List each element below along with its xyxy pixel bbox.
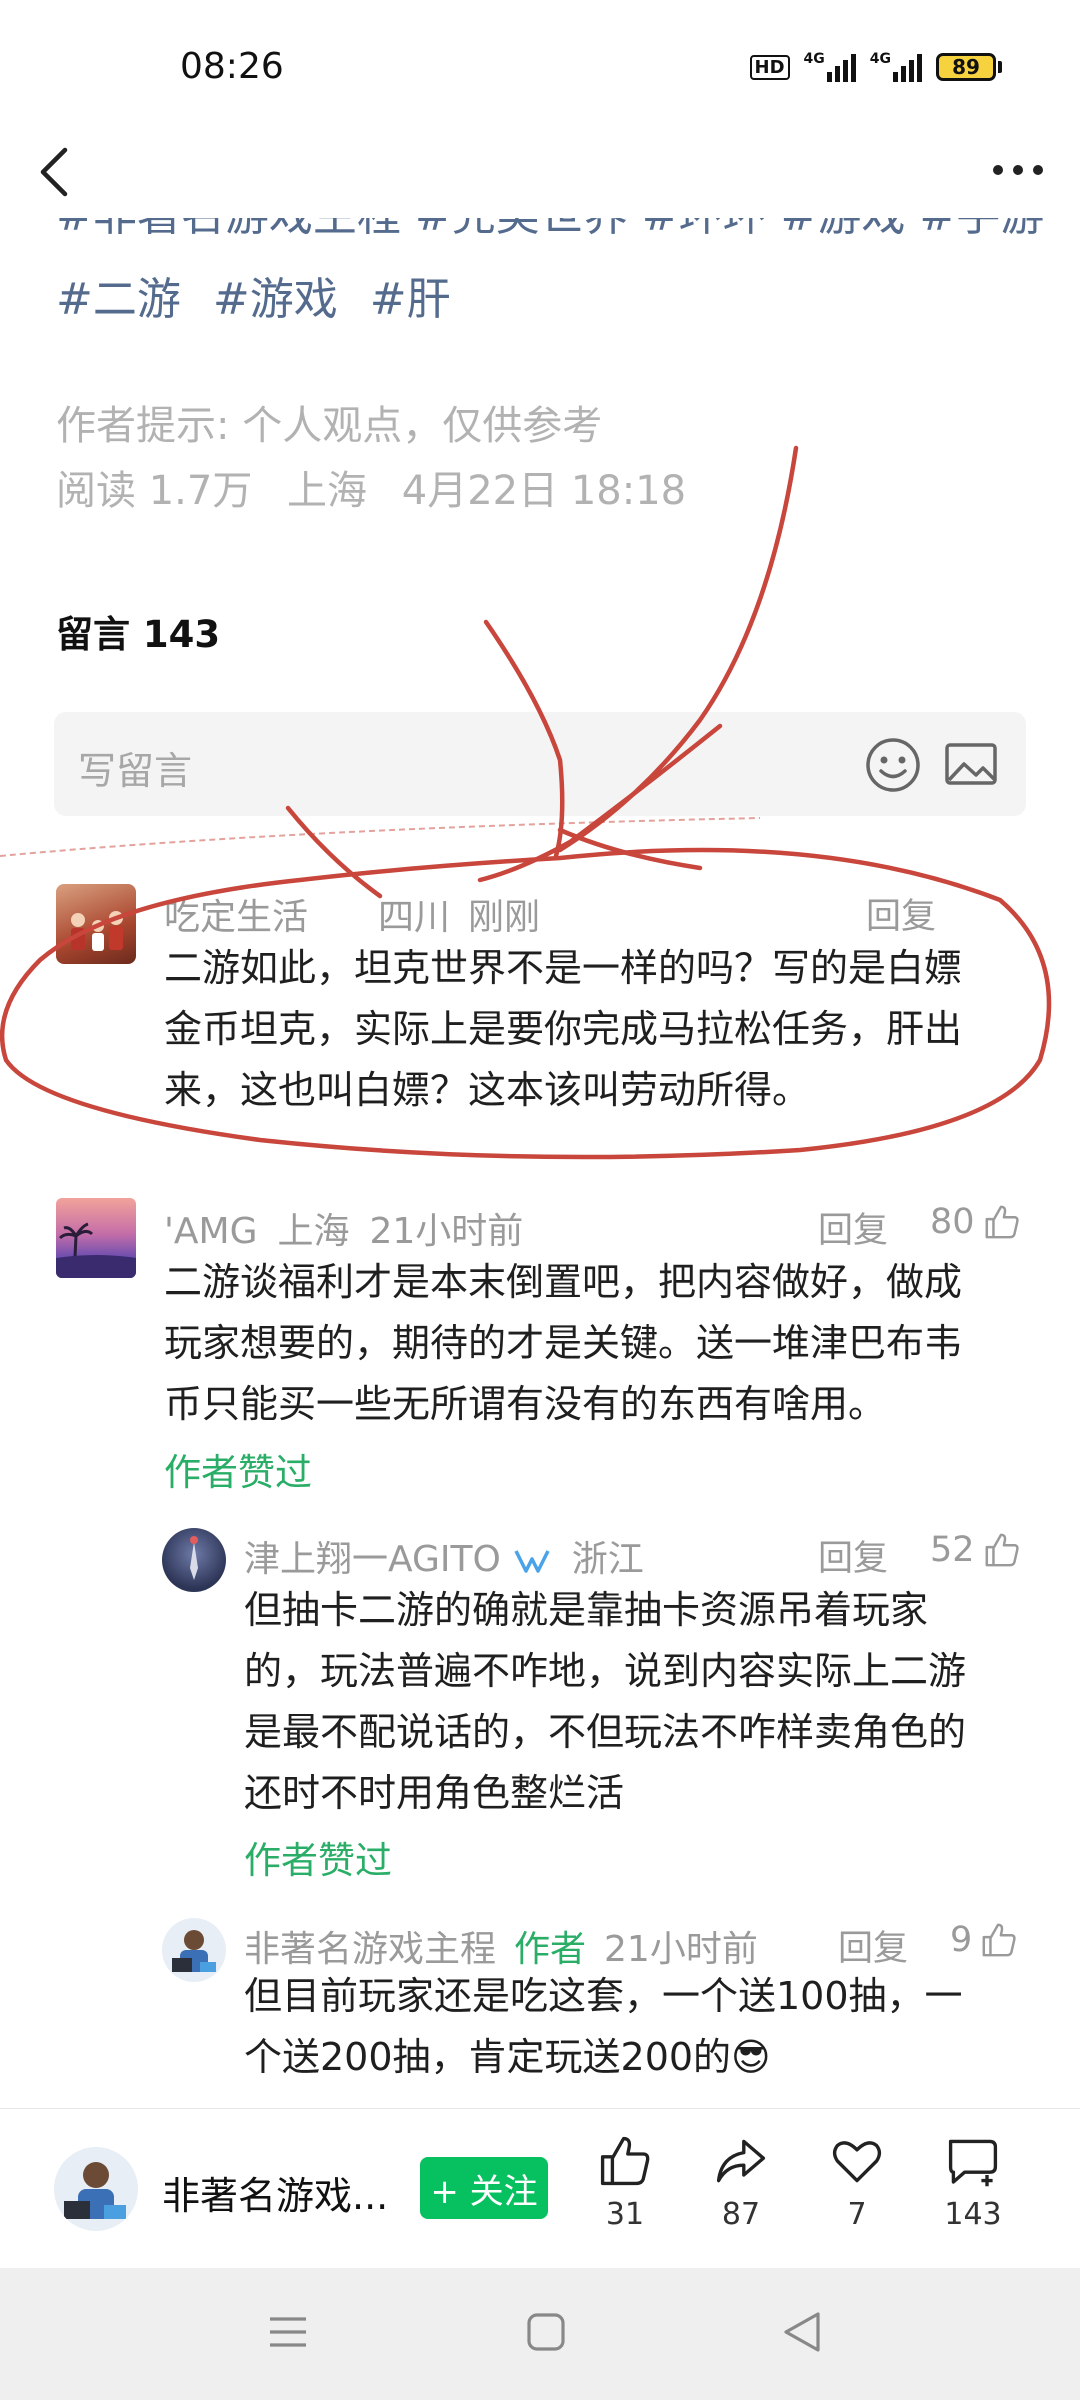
comment-text: 但目前玩家还是吃这套，一个送100抽，一 个送200抽，肯定玩送200的😎: [244, 1974, 963, 2079]
comment-plus-icon: [948, 2139, 998, 2187]
tags-line-cut: #非著名游戏主程 #完美世界 #环环 #游戏 #手游: [56, 218, 1044, 246]
more-dots-icon: [993, 165, 1043, 175]
reply-button[interactable]: 回复: [818, 1202, 888, 1253]
comment-author[interactable]: 'AMG 上海 21小时前: [164, 1202, 523, 1254]
comment-input-placeholder: 写留言: [78, 749, 193, 793]
comment-text: 但抽卡二游的确就是靠抽卡资源吊着玩家 的，玩法普遍不咋地，说到内容实际上二游 是最不…: [244, 1588, 967, 1815]
comment-author[interactable]: 吃定生活 四川 刚刚: [164, 888, 540, 940]
image-icon[interactable]: [944, 740, 998, 788]
read-count: 阅读 1.7万: [56, 468, 253, 514]
reply-button[interactable]: 回复: [866, 888, 936, 939]
status-icons: HD 4G 4G 89: [749, 52, 1002, 82]
avatar[interactable]: [162, 1918, 226, 1982]
tag-list: #二游 #游戏 #肝: [56, 272, 469, 328]
share-icon: [716, 2139, 766, 2183]
hd-icon: HD: [749, 54, 790, 80]
avatar[interactable]: [56, 1198, 136, 1278]
tag-link[interactable]: #游戏: [213, 274, 338, 325]
article-location: 上海: [287, 468, 368, 514]
menu-icon[interactable]: [268, 2312, 308, 2352]
author-tip: 作者提示: 个人观点，仅供参考: [56, 403, 603, 449]
thumb-up-icon: [600, 2136, 650, 2186]
follow-button[interactable]: + 关注: [420, 2157, 548, 2219]
author-liked-tag: 作者赞过: [244, 1839, 392, 1882]
signal-icon: 4G: [804, 52, 856, 82]
author-liked-tag: 作者赞过: [164, 1451, 312, 1494]
like-button[interactable]: 80: [930, 1202, 1021, 1242]
like-count: 31: [605, 2197, 645, 2232]
share-action[interactable]: 87: [696, 2133, 786, 2232]
comment-action[interactable]: 143: [928, 2133, 1018, 2232]
share-count: 87: [721, 2197, 761, 2232]
emoji-icon[interactable]: [864, 736, 922, 794]
status-bar: 08:26 HD 4G 4G 89: [0, 0, 1080, 140]
article-date: 4月22日 18:18: [401, 468, 687, 514]
battery-icon: 89: [936, 53, 1002, 81]
thumb-up-icon: [985, 1205, 1019, 1239]
comments-title: 留言 143: [56, 613, 221, 656]
comment-count: 143: [944, 2197, 1002, 2232]
chevron-left-icon: [40, 147, 68, 197]
tag-link[interactable]: #肝: [370, 274, 451, 325]
like-action[interactable]: 31: [580, 2133, 670, 2232]
status-time: 08:26: [180, 46, 284, 87]
comment-author[interactable]: 津上翔一AGITO 浙江: [244, 1530, 644, 1582]
like-button[interactable]: 9: [950, 1920, 1018, 1960]
comment-author[interactable]: 非著名游戏主程 作者 21小时前: [244, 1920, 758, 1972]
comment-input[interactable]: 写留言: [54, 712, 1026, 816]
more-button[interactable]: [988, 150, 1048, 190]
article-meta: 阅读 1.7万 上海 4月22日 18:18: [56, 458, 708, 516]
system-navigation-bar: [0, 2268, 1080, 2400]
reply-button[interactable]: 回复: [838, 1920, 908, 1971]
favorite-count: 7: [847, 2197, 867, 2232]
comment-text: 二游如此，坦克世界不是一样的吗？写的是白嫖 金币坦克，实际上是要你完成马拉松任务，…: [164, 946, 963, 1112]
author-avatar[interactable]: [54, 2147, 138, 2231]
heart-icon: [832, 2141, 882, 2183]
thumb-up-icon: [982, 1923, 1016, 1957]
reply-button[interactable]: 回复: [818, 1530, 888, 1581]
signal-icon-2: 4G: [870, 52, 922, 82]
thumb-up-icon: [985, 1533, 1019, 1567]
back-triangle-icon[interactable]: [782, 2310, 822, 2354]
bottom-action-bar: 非著名游戏... + 关注 31 87 7 143: [0, 2108, 1080, 2269]
favorite-action[interactable]: 7: [812, 2133, 902, 2232]
avatar[interactable]: [56, 884, 136, 964]
tag-link[interactable]: #二游: [56, 274, 181, 325]
avatar[interactable]: [162, 1528, 226, 1592]
comment-text: 二游谈福利才是本末倒置吧，把内容做好，做成 玩家想要的，期待的才是关键。送一堆津巴…: [164, 1260, 963, 1426]
like-button[interactable]: 52: [930, 1530, 1021, 1570]
home-icon[interactable]: [526, 2312, 566, 2352]
verified-badge-icon: [514, 1550, 550, 1573]
back-button[interactable]: [30, 140, 78, 204]
author-name[interactable]: 非著名游戏...: [162, 2165, 388, 2220]
